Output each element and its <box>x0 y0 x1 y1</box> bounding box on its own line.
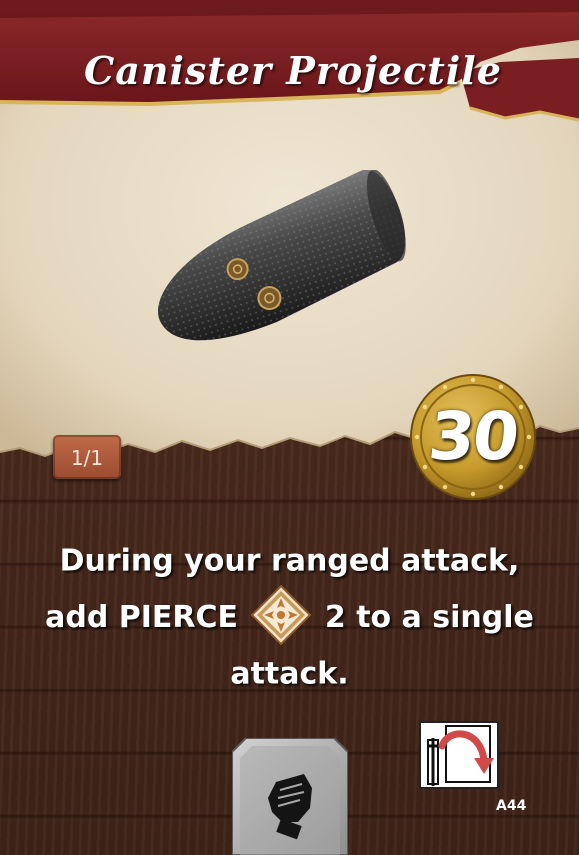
count-badge: 1/1 <box>53 435 121 479</box>
card-code: A44 <box>496 798 527 814</box>
pierce-icon <box>251 584 312 645</box>
card-title: Canister Projectile <box>84 48 502 93</box>
canister-projectile-image <box>158 170 406 341</box>
consumed-icon <box>419 721 499 789</box>
ability-line-2-end: 2 to a single <box>324 599 534 635</box>
ability-line-1-text: During your ranged attack, <box>59 543 520 579</box>
ability-text: During your ranged attack, add PIERCE 2 … <box>20 536 559 699</box>
ability-line-1: During your ranged attack, <box>20 536 559 587</box>
ability-line-3: attack. <box>20 649 559 700</box>
ability-line-2-start: add PIERCE <box>45 599 238 635</box>
ability-line-2: add PIERCE 2 to a single <box>20 584 559 649</box>
ability-line-3-text: attack. <box>230 656 349 691</box>
hand-slot-icon <box>232 738 348 855</box>
item-card: Canister Projectile 1/1 30 During your r… <box>0 0 579 855</box>
gold-cost: 30 <box>425 398 522 475</box>
